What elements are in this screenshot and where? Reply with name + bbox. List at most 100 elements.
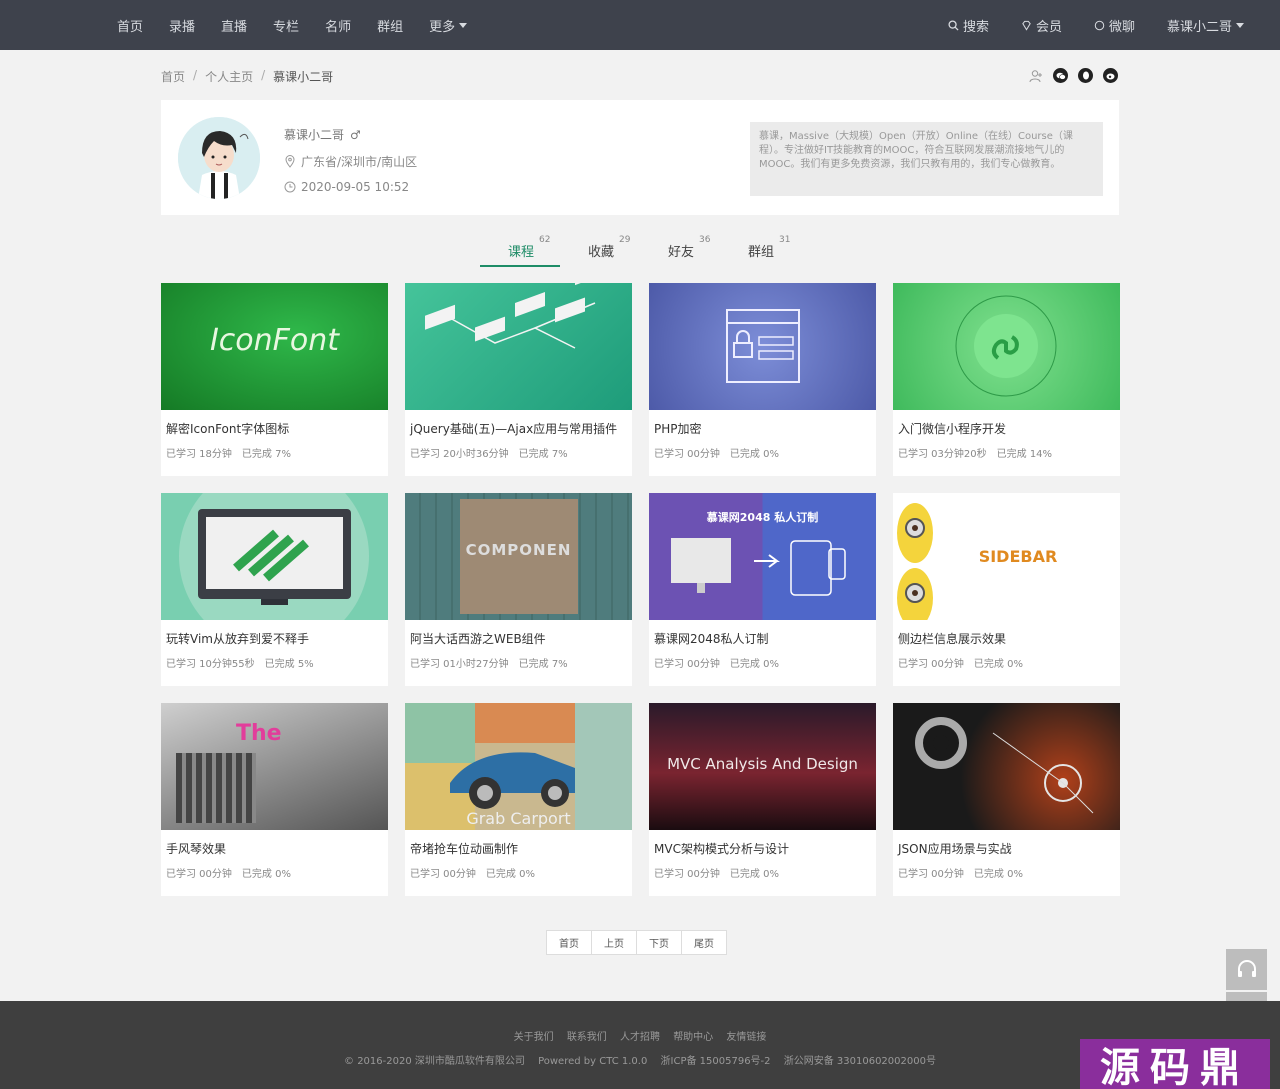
course-progress: 已完成 7% [518, 659, 568, 670]
add-friend-icon[interactable] [1028, 68, 1043, 83]
search-icon [948, 19, 959, 31]
course-thumbnail: SIDEBAR [893, 493, 1120, 620]
course-card[interactable]: IconFont 解密IconFont字体图标 已学习 18分钟 已完成 7% [161, 283, 388, 476]
nav-home[interactable]: 首页 [117, 16, 143, 35]
course-progress: 已完成 0% [241, 869, 291, 880]
course-studied: 已学习 03分钟20秒 [898, 449, 987, 460]
qq-icon[interactable] [1078, 68, 1093, 83]
course-progress: 已完成 0% [485, 869, 535, 880]
nav-column[interactable]: 专栏 [273, 16, 299, 35]
nav-teachers[interactable]: 名师 [325, 16, 351, 35]
watermark-logo: 源码鼎 [1080, 1039, 1270, 1089]
course-thumbnail [405, 283, 632, 410]
course-thumbnail: IconFont [161, 283, 388, 410]
course-title: 入门微信小程序开发 [898, 422, 1007, 436]
course-card[interactable]: jQuery基础(五)—Ajax应用与常用插件 已学习 20小时36分钟 已完成 … [405, 283, 632, 476]
course-title: JSON应用场景与实战 [898, 842, 1012, 856]
course-progress: 已完成 5% [264, 659, 314, 670]
nav-recorded[interactable]: 录播 [169, 16, 195, 35]
course-studied: 已学习 01小时27分钟 [410, 659, 509, 670]
page-last-button[interactable]: 尾页 [681, 930, 727, 955]
wechat-icon[interactable] [1053, 68, 1068, 83]
page-next-button[interactable]: 下页 [636, 930, 682, 955]
page-first-button[interactable]: 首页 [546, 930, 592, 955]
tab-groups[interactable]: 群组 31 [720, 232, 800, 267]
breadcrumb-current: 慕课小二哥 [273, 70, 334, 84]
profile-name-row: 慕课小二哥 ♂ [284, 126, 417, 143]
customer-service-button[interactable] [1226, 949, 1267, 990]
course-studied: 已学习 00分钟 [654, 659, 720, 670]
course-card[interactable]: 慕课网2048 私人订制 慕课网2048私人订制 已学习 00分钟 已完成 0% [649, 493, 876, 686]
male-gender-icon: ♂ [350, 127, 361, 142]
course-studied: 已学习 20小时36分钟 [410, 449, 509, 460]
course-meta: 已学习 18分钟 已完成 7% [166, 445, 291, 460]
course-title: 玩转Vim从放弃到爱不释手 [166, 632, 309, 646]
nav-groups[interactable]: 群组 [377, 16, 403, 35]
course-title: 手风琴效果 [166, 842, 227, 856]
course-card[interactable]: 玩转Vim从放弃到爱不释手 已学习 10分钟55秒 已完成 5% [161, 493, 388, 686]
tab-friends[interactable]: 好友 36 [640, 232, 720, 267]
thumbnail-text: Grab Carport [466, 809, 571, 828]
vip-link[interactable]: 会员 [1021, 16, 1062, 35]
thumbnail-text: MVC Analysis And Design [667, 755, 858, 773]
course-title: MVC架构模式分析与设计 [654, 842, 789, 856]
avatar [178, 117, 260, 199]
course-meta: 已学习 00分钟 已完成 0% [654, 865, 779, 880]
nav-live[interactable]: 直播 [221, 16, 247, 35]
tab-count: 36 [699, 235, 711, 245]
icp-link[interactable]: 浙ICP备 15005796号-2 [661, 1056, 771, 1067]
course-progress: 已完成 0% [729, 659, 779, 670]
course-card[interactable]: JSON应用场景与实战 已学习 00分钟 已完成 0% [893, 703, 1120, 896]
profile-info: 慕课小二哥 ♂ 广东省/深圳市/南山区 2020-09-05 10:52 [284, 126, 417, 195]
footer-link-jobs[interactable]: 人才招聘 [620, 1032, 660, 1043]
chat-link[interactable]: 微聊 [1094, 16, 1135, 35]
tab-favorites[interactable]: 收藏 29 [560, 232, 640, 267]
search-link[interactable]: 搜索 [948, 16, 989, 35]
course-progress: 已完成 0% [973, 869, 1023, 880]
course-progress: 已完成 7% [241, 449, 291, 460]
breadcrumb-separator: / [193, 68, 198, 82]
breadcrumb-profile[interactable]: 个人主页 [205, 68, 253, 85]
user-menu-dropdown[interactable]: 慕课小二哥 [1167, 16, 1244, 35]
nav-more-dropdown[interactable]: 更多 [429, 16, 468, 35]
course-title: 阿当大话西游之WEB组件 [410, 632, 546, 646]
course-studied: 已学习 00分钟 [166, 869, 232, 880]
tab-count: 29 [619, 235, 631, 245]
vip-label: 会员 [1035, 19, 1062, 35]
tab-courses[interactable]: 课程 62 [480, 232, 560, 267]
profile-joined: 2020-09-05 10:52 [301, 180, 410, 194]
course-card[interactable]: PHP加密 已学习 00分钟 已完成 0% [649, 283, 876, 476]
footer-link-help[interactable]: 帮助中心 [673, 1032, 713, 1043]
course-card[interactable]: SIDEBAR 侧边栏信息展示效果 已学习 00分钟 已完成 0% [893, 493, 1120, 686]
powered-by-text: Powered by CTC 1.0.0 [538, 1056, 648, 1067]
course-card[interactable]: MVC Analysis And Design MVC架构模式分析与设计 已学习… [649, 703, 876, 896]
user-menu-label: 慕课小二哥 [1166, 19, 1232, 35]
course-meta: 已学习 20小时36分钟 已完成 7% [410, 445, 568, 460]
headset-icon [1237, 959, 1256, 977]
course-card[interactable]: The 手风琴效果 已学习 00分钟 已完成 0% [161, 703, 388, 896]
footer-link-friends[interactable]: 友情链接 [726, 1032, 766, 1043]
course-card[interactable]: Grab Carport 帝堵抢车位动画制作 已学习 00分钟 已完成 0% [405, 703, 632, 896]
nav-more-label: 更多 [429, 19, 456, 35]
course-studied: 已学习 00分钟 [898, 659, 964, 670]
course-card[interactable]: 入门微信小程序开发 已学习 03分钟20秒 已完成 14% [893, 283, 1120, 476]
course-thumbnail [649, 283, 876, 410]
course-progress: 已完成 0% [729, 869, 779, 880]
police-link[interactable]: 浙公网安备 33010602002000号 [784, 1056, 936, 1067]
tab-label: 群组 [748, 245, 775, 260]
course-title: 慕课网2048私人订制 [654, 632, 769, 646]
page-prev-button[interactable]: 上页 [591, 930, 637, 955]
course-meta: 已学习 00分钟 已完成 0% [166, 865, 291, 880]
footer-link-contact[interactable]: 联系我们 [567, 1032, 607, 1043]
diamond-icon [1022, 20, 1031, 31]
footer-link-about[interactable]: 关于我们 [514, 1032, 554, 1043]
course-title: jQuery基础(五)—Ajax应用与常用插件 [410, 422, 618, 436]
breadcrumb-home[interactable]: 首页 [161, 68, 185, 85]
course-title: 解密IconFont字体图标 [166, 422, 290, 436]
course-studied: 已学习 00分钟 [410, 869, 476, 880]
course-card[interactable]: COMPONEN 阿当大话西游之WEB组件 已学习 01小时27分钟 已完成 7% [405, 493, 632, 686]
course-progress: 已完成 0% [973, 659, 1023, 670]
thumbnail-text: IconFont [209, 323, 340, 358]
thumbnail-text: COMPONEN [465, 541, 572, 559]
weibo-icon[interactable] [1103, 68, 1118, 83]
